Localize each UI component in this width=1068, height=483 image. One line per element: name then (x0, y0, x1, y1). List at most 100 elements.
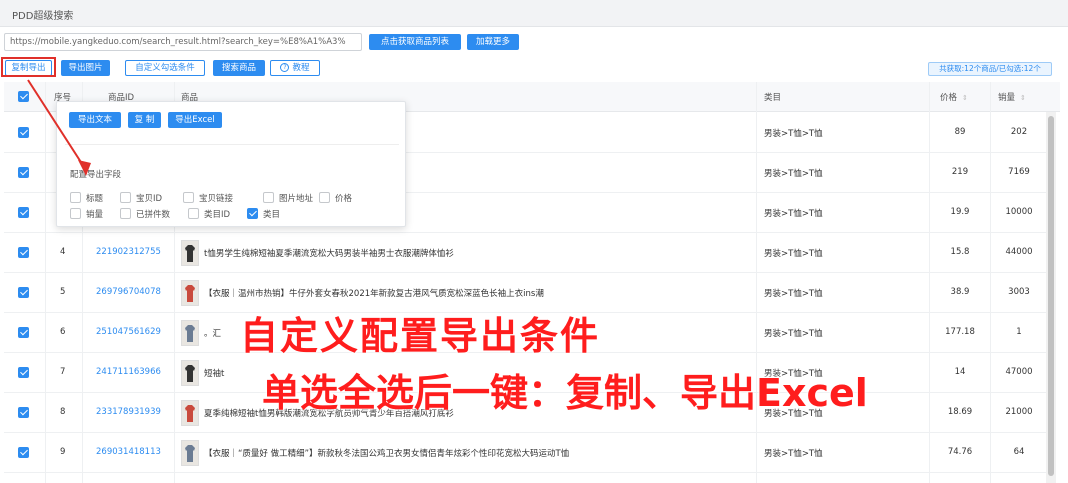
header-category: 类目 (764, 93, 782, 103)
copy-button[interactable]: 复 制 (128, 112, 161, 128)
field-checkbox[interactable] (70, 192, 81, 203)
field-checkbox[interactable] (319, 192, 330, 203)
product-id-link[interactable]: 221902312755 (96, 247, 161, 257)
tutorial-button[interactable]: ? 教程 (270, 60, 320, 76)
product-thumbnail[interactable] (181, 280, 199, 306)
product-id-link[interactable]: 269796704078 (96, 287, 161, 297)
select-all-checkbox[interactable] (18, 91, 29, 102)
product-price: 89 (954, 127, 966, 137)
export-field-option[interactable]: 已拼件数 (120, 208, 170, 220)
export-field-option[interactable]: 类目 (247, 208, 280, 220)
row-checkbox[interactable] (18, 407, 29, 418)
product-title[interactable]: t恤男学生纯棉短袖夏季潮流宽松大码男装半袖男士衣服潮牌体恤衫 (204, 247, 749, 259)
annotation-line-1: 自定义配置导出条件 (240, 314, 601, 358)
row-checkbox[interactable] (18, 327, 29, 338)
load-more-button[interactable]: 加载更多 (467, 34, 519, 50)
row-index: 7 (60, 367, 66, 377)
product-category: 男装>T恤>T恤 (764, 329, 823, 339)
scrollbar-thumb[interactable] (1048, 116, 1054, 476)
export-text-button[interactable]: 导出文本 (69, 112, 121, 128)
product-price: 38.9 (950, 287, 970, 297)
field-checkbox[interactable] (70, 208, 81, 219)
table-row[interactable]: 9 269031418113 【衣服｜“质量好 做工精细”】新款秋冬法国公鸡卫衣男女… (4, 433, 1046, 473)
url-input[interactable]: https://mobile.yangkeduo.com/search_resu… (4, 33, 362, 51)
field-label: 销量 (86, 210, 104, 220)
product-sales: 3003 (1008, 287, 1030, 297)
export-excel-button[interactable]: 导出Excel (168, 112, 222, 128)
product-sales: 7169 (1008, 167, 1030, 177)
help-circle-icon: ? (280, 63, 290, 72)
header-sales-label: 销量 (998, 93, 1016, 103)
field-label: 类目ID (204, 210, 231, 220)
product-thumbnail[interactable] (181, 440, 199, 466)
annotation-line-2: 单选全选后一键：复制、导出Excel (262, 371, 868, 415)
fetch-products-button[interactable]: 点击获取商品列表 (369, 34, 461, 50)
product-price: 219 (951, 167, 969, 177)
export-field-option[interactable]: 图片地址 (263, 192, 313, 204)
product-title[interactable]: 【衣服｜“质量好 做工精细”】新款秋冬法国公鸡卫衣男女情侣青年炫彩个性印花宽松大… (204, 447, 749, 459)
table-row[interactable]: 4 221902312755 t恤男学生纯棉短袖夏季潮流宽松大码男装半袖男士衣服潮牌… (4, 233, 1046, 273)
field-label: 价格 (335, 194, 353, 204)
product-id-link[interactable]: 251047561629 (96, 327, 161, 337)
field-checkbox[interactable] (183, 192, 194, 203)
column-divider (756, 82, 757, 483)
product-id-link[interactable]: 241711163966 (96, 367, 161, 377)
stats-badge: 共获取:12个商品/已勾选:12个 (928, 62, 1052, 76)
row-checkbox[interactable] (18, 447, 29, 458)
product-price: 74.76 (947, 447, 973, 457)
tutorial-label: 教程 (292, 63, 310, 73)
product-thumbnail[interactable] (181, 360, 199, 386)
field-checkbox[interactable] (247, 208, 258, 219)
product-title[interactable]: 【衣服｜温州市热销】牛仔外套女春秋2021年新款复古港风气质宽松深蓝色长袖上衣i… (204, 287, 749, 299)
row-checkbox[interactable] (18, 367, 29, 378)
product-sales: 202 (1010, 127, 1028, 137)
sort-icon[interactable]: ⇕ (1020, 94, 1026, 102)
sort-icon[interactable]: ⇕ (962, 94, 968, 102)
row-checkbox[interactable] (18, 207, 29, 218)
product-thumbnail[interactable] (181, 240, 199, 266)
export-field-option[interactable]: 标题 (70, 192, 103, 204)
window-title-bar: PDD超级搜索 (0, 0, 1068, 27)
field-label: 图片地址 (279, 194, 314, 204)
row-index: 5 (60, 287, 66, 297)
field-checkbox[interactable] (120, 208, 131, 219)
product-category: 男装>T恤>T恤 (764, 209, 823, 219)
row-checkbox[interactable] (18, 247, 29, 258)
export-popup: 导出文本 复 制 导出Excel 配置导出字段 标题 宝贝ID 宝贝链接 图片地址 价格… (56, 101, 406, 227)
product-sales: 44000 (1005, 247, 1033, 257)
product-id-link[interactable]: 233178931939 (96, 407, 161, 417)
product-thumbnail[interactable] (181, 400, 199, 426)
header-price[interactable]: 价格 ⇕ (940, 91, 968, 103)
field-checkbox[interactable] (263, 192, 274, 203)
export-images-button[interactable]: 导出图片 (61, 60, 110, 76)
header-sales[interactable]: 销量 ⇕ (998, 91, 1026, 103)
field-checkbox[interactable] (188, 208, 199, 219)
vertical-scrollbar[interactable] (1046, 112, 1056, 483)
config-fields-title: 配置导出字段 (70, 170, 122, 180)
app-title: PDD超级搜索 (12, 11, 74, 22)
export-field-option[interactable]: 宝贝链接 (183, 192, 233, 204)
column-divider (45, 82, 46, 483)
product-id-link[interactable]: 269031418113 (96, 447, 161, 457)
product-price: 14 (954, 367, 966, 377)
export-field-option[interactable]: 销量 (70, 208, 103, 220)
product-sales: 47000 (1005, 367, 1033, 377)
export-field-option[interactable]: 价格 (319, 192, 352, 204)
field-label: 标题 (86, 194, 104, 204)
export-field-option[interactable]: 类目ID (188, 208, 230, 220)
field-label: 宝贝链接 (199, 194, 234, 204)
field-checkbox[interactable] (120, 192, 131, 203)
export-field-option[interactable]: 宝贝ID (120, 192, 162, 204)
custom-select-button[interactable]: 自定义勾选条件 (125, 60, 205, 76)
column-divider (990, 82, 991, 483)
search-products-button[interactable]: 搜索商品 (213, 60, 265, 76)
product-category: 男装>T恤>T恤 (764, 289, 823, 299)
row-checkbox[interactable] (18, 127, 29, 138)
product-category: 男装>T恤>T恤 (764, 249, 823, 259)
product-sales: 64 (1013, 447, 1025, 457)
product-price: 18.69 (947, 407, 973, 417)
field-label: 已拼件数 (136, 210, 171, 220)
row-checkbox[interactable] (18, 167, 29, 178)
product-thumbnail[interactable] (181, 320, 199, 346)
row-checkbox[interactable] (18, 287, 29, 298)
